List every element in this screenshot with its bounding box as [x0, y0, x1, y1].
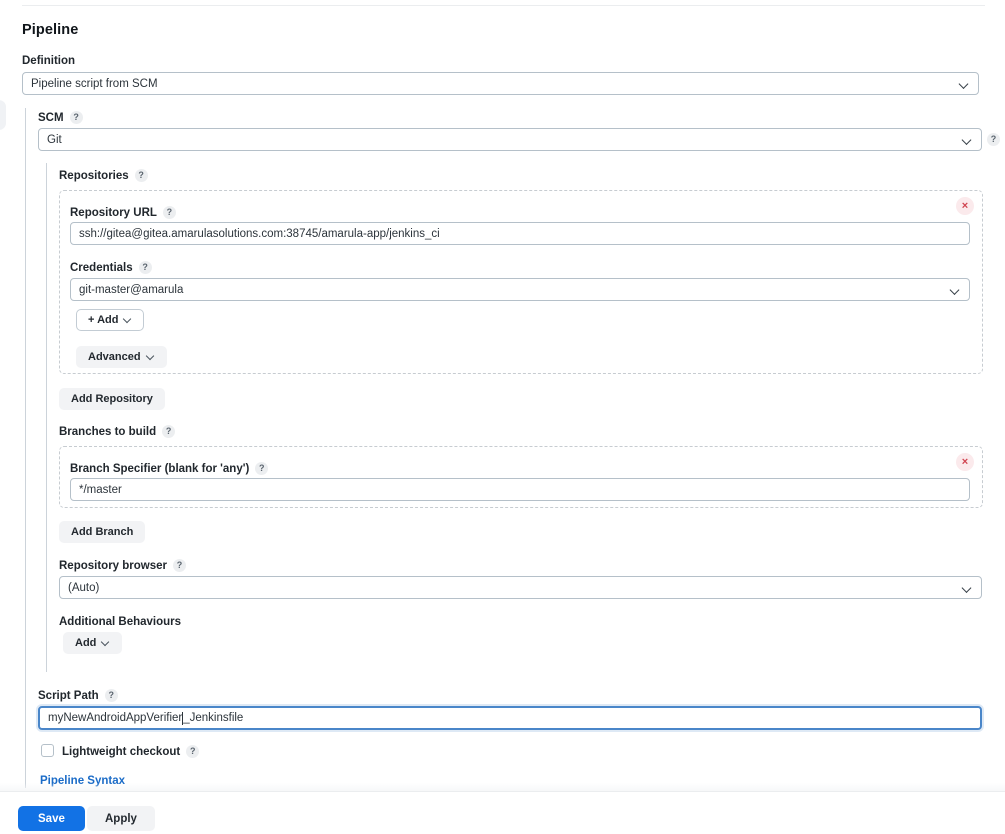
- add-credentials-button[interactable]: + Add: [76, 309, 145, 331]
- add-behaviour-button[interactable]: Add: [63, 632, 123, 654]
- left-edge-handle[interactable]: [0, 100, 6, 130]
- help-icon[interactable]: ?: [173, 559, 186, 572]
- chevron-down-icon: [124, 316, 132, 324]
- chevron-down-icon: [963, 583, 972, 592]
- scm-label: SCM ?: [38, 111, 83, 124]
- add-repository-button[interactable]: Add Repository: [59, 388, 165, 410]
- help-icon[interactable]: ?: [186, 745, 200, 758]
- text-caret: [182, 711, 184, 725]
- pipeline-config-page: Pipeline Definition Pipeline script from…: [0, 0, 1005, 834]
- delete-repository-button[interactable]: ×: [956, 197, 974, 215]
- chevron-down-icon: [963, 135, 972, 144]
- chevron-down-icon: [951, 285, 960, 294]
- repository-url-input[interactable]: ssh://gitea@gitea.amarulasolutions.com:3…: [70, 222, 970, 245]
- branch-specifier-input[interactable]: */master: [70, 478, 970, 501]
- repository-browser-select[interactable]: (Auto): [59, 576, 982, 599]
- script-path-input[interactable]: myNewAndroidAppVerifier _Jenkinsfile: [38, 706, 982, 730]
- definition-select[interactable]: Pipeline script from SCM: [22, 72, 979, 95]
- scm-section-guide: [25, 108, 26, 788]
- credentials-label: Credentials ?: [70, 261, 152, 274]
- git-config-guide: [46, 163, 47, 672]
- additional-behaviours-label: Additional Behaviours: [59, 616, 182, 628]
- credentials-select[interactable]: git-master@amarula: [70, 278, 970, 301]
- apply-button[interactable]: Apply: [87, 806, 155, 831]
- help-icon[interactable]: ?: [134, 169, 148, 182]
- repository-url-label: Repository URL ?: [70, 206, 176, 219]
- delete-branch-button[interactable]: ×: [956, 453, 974, 471]
- help-icon[interactable]: ?: [138, 261, 152, 274]
- lightweight-checkout-checkbox[interactable]: [41, 744, 54, 757]
- chevron-down-icon: [960, 79, 969, 88]
- advanced-button[interactable]: Advanced: [76, 346, 167, 368]
- script-path-label: Script Path ?: [38, 689, 118, 702]
- help-icon[interactable]: ?: [104, 689, 118, 702]
- repository-browser-label: Repository browser ?: [59, 559, 186, 572]
- page-title: Pipeline: [22, 22, 79, 38]
- help-icon[interactable]: ?: [162, 206, 176, 219]
- repositories-label: Repositories ?: [59, 169, 148, 182]
- lightweight-checkout-label: Lightweight checkout ?: [62, 745, 200, 758]
- scm-select[interactable]: Git: [38, 128, 982, 151]
- branches-to-build-label: Branches to build ?: [59, 425, 176, 438]
- help-icon[interactable]: ?: [255, 462, 269, 475]
- help-icon[interactable]: ?: [69, 111, 83, 124]
- definition-label: Definition: [22, 55, 76, 67]
- scm-side-help-icon[interactable]: ?: [987, 133, 1000, 146]
- chevron-down-icon: [102, 639, 110, 647]
- script-path-text-before-caret: myNewAndroidAppVerifier: [48, 712, 183, 724]
- help-icon[interactable]: ?: [162, 425, 176, 438]
- footer-shade: [0, 783, 1005, 791]
- branch-specifier-label: Branch Specifier (blank for 'any') ?: [70, 462, 269, 475]
- chevron-down-icon: [147, 353, 155, 361]
- save-button[interactable]: Save: [18, 806, 85, 831]
- script-path-text-after-caret: _Jenkinsfile: [183, 712, 244, 724]
- top-divider: [22, 5, 985, 6]
- add-branch-button[interactable]: Add Branch: [59, 521, 146, 543]
